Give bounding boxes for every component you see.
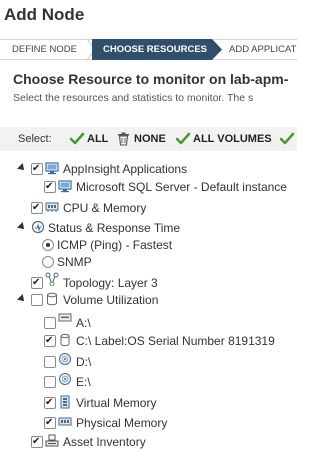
physical-memory-checkbox[interactable] xyxy=(44,414,56,432)
status-label: Status & Response Time xyxy=(48,221,181,235)
resource-heading: Choose Resource to monitor on lab-apm- xyxy=(13,71,289,87)
volume-icon xyxy=(47,292,57,306)
application-icon xyxy=(45,162,59,175)
vol-d-label: D:\ xyxy=(76,355,92,369)
tree-row-virtual-memory: Virtual Memory xyxy=(0,394,297,412)
wizard-steps: DEFINE NODE CHOOSE RESOURCES ADD APPLICA… xyxy=(0,39,297,60)
virtual-memory-label: Virtual Memory xyxy=(76,396,157,410)
topology-icon xyxy=(45,272,59,286)
asset-inventory-label: Asset Inventory xyxy=(63,435,146,449)
tree-row-vol-d: D:\ xyxy=(0,353,297,371)
select-label: Select: xyxy=(18,133,52,145)
snmp-radio[interactable] xyxy=(42,256,54,268)
physical-memory-label: Physical Memory xyxy=(76,416,168,430)
expand-triangle-icon[interactable] xyxy=(17,163,27,173)
tree-row-snmp: SNMP xyxy=(0,253,297,271)
sqlserver-checkbox[interactable] xyxy=(44,178,56,196)
green-check-icon xyxy=(279,132,295,145)
page-title: Add Node xyxy=(4,5,85,24)
sqlserver-label: Microsoft SQL Server - Default instance xyxy=(76,180,287,194)
tree-row-vol-e: E:\ xyxy=(0,373,297,391)
resource-instructions: Select the resources and statistics to m… xyxy=(13,92,254,104)
asset-inventory-checkbox[interactable] xyxy=(31,433,43,451)
floppy-drive-icon xyxy=(58,313,72,322)
virtual-memory-checkbox[interactable] xyxy=(44,394,56,412)
memory-chip-icon xyxy=(45,202,59,212)
hard-drive-icon xyxy=(60,333,70,347)
topology-label: Topology: Layer 3 xyxy=(63,276,158,290)
volumes-checkbox[interactable] xyxy=(31,294,43,306)
expand-triangle-icon[interactable] xyxy=(17,294,27,304)
volumes-label: Volume Utilization xyxy=(63,293,159,307)
tree-row-volumes: Volume Utilization xyxy=(0,291,297,309)
tree-row-appinsight: AppInsight Applications xyxy=(0,160,297,178)
cpu-memory-checkbox[interactable] xyxy=(31,199,43,217)
cpu-memory-label: CPU & Memory xyxy=(63,201,147,215)
tree-row-icmp: ICMP (Ping) - Fastest xyxy=(0,236,297,254)
tree-row-topology: Topology: Layer 3 xyxy=(0,272,297,292)
green-check-icon xyxy=(69,132,85,145)
topology-checkbox[interactable] xyxy=(31,274,43,292)
cd-drive-icon xyxy=(59,373,71,385)
appinsight-checkbox[interactable] xyxy=(31,160,43,178)
tree-row-cpu-memory: CPU & Memory xyxy=(0,199,297,217)
cd-drive-icon xyxy=(59,353,71,365)
physical-memory-icon xyxy=(58,417,72,426)
wizard-step-choose-resources[interactable]: CHOOSE RESOURCES xyxy=(92,39,212,60)
virtual-memory-icon xyxy=(60,395,70,409)
status-icon xyxy=(31,220,45,234)
vol-a-label: A:\ xyxy=(76,316,91,330)
wizard-step-define-node[interactable]: DEFINE NODE xyxy=(0,39,92,60)
vol-c-checkbox[interactable] xyxy=(44,332,56,350)
green-check-icon xyxy=(175,132,191,145)
vol-e-label: E:\ xyxy=(76,375,91,389)
icmp-radio[interactable] xyxy=(42,239,54,251)
tree-row-vol-c: C:\ Label:OS Serial Number 8191319 xyxy=(0,332,297,350)
select-toolbar: Select: ALL NONE ALL VOLUMES xyxy=(0,127,297,151)
tree-row-physical-memory: Physical Memory xyxy=(0,414,297,432)
appinsight-label: AppInsight Applications xyxy=(63,162,188,176)
tree-row-status: Status & Response Time xyxy=(0,219,297,237)
tree-row-vol-a: A:\ xyxy=(0,313,297,332)
expand-triangle-icon[interactable] xyxy=(17,222,27,232)
tree-row-asset-inventory: Asset Inventory xyxy=(0,433,297,451)
application-icon xyxy=(58,180,72,193)
asset-inventory-icon xyxy=(45,434,59,447)
vol-e-checkbox[interactable] xyxy=(44,376,56,388)
wizard-step-add-application[interactable]: ADD APPLICAT xyxy=(229,39,297,60)
vol-d-checkbox[interactable] xyxy=(44,356,56,368)
tree-row-sqlserver: Microsoft SQL Server - Default instance xyxy=(0,178,297,196)
trash-icon xyxy=(118,132,129,146)
icmp-label: ICMP (Ping) - Fastest xyxy=(57,238,173,252)
vol-c-label: C:\ Label:OS Serial Number 8191319 xyxy=(76,334,275,348)
snmp-label: SNMP xyxy=(57,255,92,269)
vol-a-checkbox[interactable] xyxy=(44,317,56,329)
wizard-active-arrow xyxy=(212,39,222,60)
